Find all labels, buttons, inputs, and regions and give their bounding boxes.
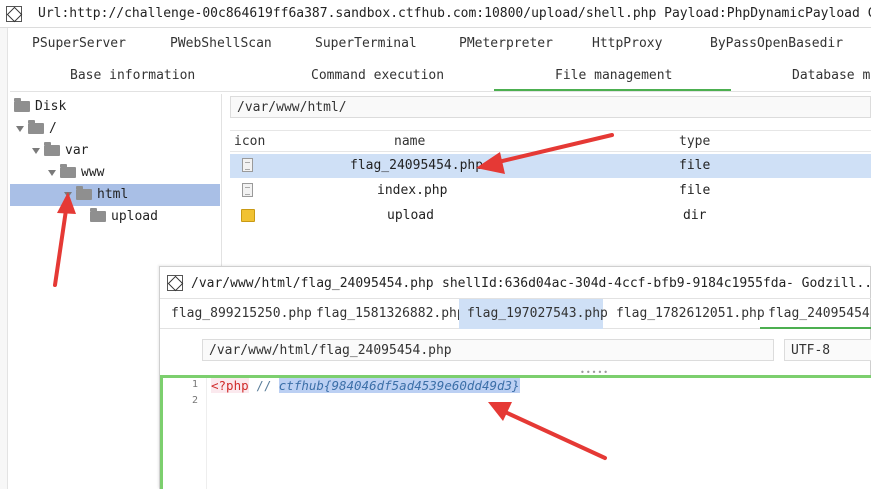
expand-arrow-icon[interactable] <box>64 191 72 198</box>
file-type: dir <box>683 208 707 223</box>
file-row[interactable]: flag_24095454.php file <box>230 154 871 178</box>
plugin-psuperserver[interactable]: PSuperServer <box>32 36 126 51</box>
tree-node-label: Disk <box>35 99 67 114</box>
editor-tab[interactable]: flag_899215250.php <box>163 299 320 329</box>
code-line: <?php // ctfhub{984046df5ad4539e60dd49d3… <box>211 378 520 394</box>
folder-icon <box>76 186 92 200</box>
encoding-value: UTF-8 <box>791 343 831 358</box>
editor-tab[interactable]: flag_197027543.php <box>459 299 608 329</box>
left-edge-strip <box>0 28 8 489</box>
expand-arrow-icon[interactable] <box>48 169 56 176</box>
file-name: flag_24095454.php <box>350 158 484 173</box>
editor-shell-id: shellId:636d04ac-304d-4ccf-bfb9-9184c195… <box>442 276 787 291</box>
editor-path-value: /var/www/html/flag_24095454.php <box>209 343 452 358</box>
php-open-tag: <?php <box>211 378 249 393</box>
column-header-icon[interactable]: icon <box>234 134 265 149</box>
editor-title-path: /var/www/html/flag_24095454.php <box>191 276 434 291</box>
file-row[interactable]: index.php file <box>230 179 871 203</box>
file-type: file <box>679 183 711 198</box>
editor-app-name: - Godzill... <box>786 276 871 291</box>
editor-file-tabs: flag_899215250.php flag_1581326882.php f… <box>160 299 871 329</box>
plugin-pwebshellscan[interactable]: PWebShellScan <box>170 36 272 51</box>
tree-node-html[interactable]: html <box>10 184 220 206</box>
plugin-superterminal[interactable]: SuperTerminal <box>315 36 417 51</box>
plugin-pmeterpreter[interactable]: PMeterpreter <box>459 36 553 51</box>
code-editor[interactable]: 1 2 <?php // ctfhub{984046df5ad4539e60dd… <box>160 375 871 489</box>
tab-file-management[interactable]: File management <box>494 68 732 91</box>
tree-node-var[interactable]: var <box>32 140 88 162</box>
editor-title-bar: /var/www/html/flag_24095454.php shellId:… <box>160 267 871 299</box>
tree-node-label: / <box>49 121 57 136</box>
app-icon <box>167 275 183 291</box>
expand-arrow-icon[interactable] <box>32 147 40 154</box>
file-name: upload <box>387 208 434 223</box>
file-path-input[interactable]: /var/www/html/ <box>230 96 871 118</box>
folder-icon <box>14 98 30 112</box>
tab-database-management[interactable]: Database mar <box>792 68 871 83</box>
folder-icon <box>28 120 44 134</box>
expand-arrow-icon[interactable] <box>16 125 24 132</box>
tree-node-upload[interactable]: upload <box>90 206 158 228</box>
plugin-httpproxy[interactable]: HttpProxy <box>592 36 662 51</box>
file-path-value: /var/www/html/ <box>237 100 347 115</box>
editor-tab[interactable]: flag_1782612051.php <box>608 299 773 329</box>
editor-tab-active[interactable]: flag_24095454.php <box>760 299 871 329</box>
tree-node-label: upload <box>111 209 158 224</box>
app-icon <box>6 6 22 22</box>
file-icon <box>242 183 253 197</box>
plugin-bypassopenbasedir[interactable]: ByPassOpenBasedir <box>710 36 843 51</box>
main-tabs: Base information Command execution File … <box>10 62 871 92</box>
folder-icon <box>60 164 76 178</box>
file-type: file <box>679 158 711 173</box>
comment-marker: // <box>256 378 272 393</box>
title-bar: Url:http://challenge-00c864619ff6a387.sa… <box>0 0 871 28</box>
tree-node-label: html <box>97 187 129 202</box>
tab-base-information[interactable]: Base information <box>70 68 195 83</box>
flag-text: ctfhub{984046df5ad4539e60dd49d3} <box>278 378 520 393</box>
editor-tab[interactable]: flag_1581326882.php <box>308 299 473 329</box>
file-name: index.php <box>377 183 448 198</box>
encoding-select[interactable]: UTF-8 <box>784 339 871 361</box>
line-number-gutter: 1 2 <box>163 378 207 489</box>
tree-node-label: www <box>81 165 105 180</box>
folder-icon <box>90 208 106 222</box>
tree-node-www[interactable]: www <box>48 162 104 184</box>
file-table-header: icon name type <box>230 130 871 152</box>
file-icon <box>242 158 253 172</box>
folder-icon <box>241 209 255 222</box>
window-title: Url:http://challenge-00c864619ff6a387.sa… <box>38 6 871 21</box>
folder-icon <box>44 142 60 156</box>
tree-node-label: var <box>65 143 89 158</box>
line-number: 2 <box>191 395 198 406</box>
plugin-toolbar: PSuperServer PWebShellScan SuperTerminal… <box>10 30 871 58</box>
tree-node-disk[interactable]: Disk <box>14 96 66 118</box>
column-header-type[interactable]: type <box>679 134 710 149</box>
editor-path-input[interactable]: /var/www/html/flag_24095454.php <box>202 339 774 361</box>
tree-node-root[interactable]: / <box>16 118 57 140</box>
line-number: 1 <box>191 379 198 390</box>
file-row[interactable]: upload dir <box>230 204 871 228</box>
file-editor-window: /var/www/html/flag_24095454.php shellId:… <box>159 266 871 489</box>
column-header-name[interactable]: name <box>394 134 425 149</box>
tab-command-execution[interactable]: Command execution <box>311 68 444 83</box>
